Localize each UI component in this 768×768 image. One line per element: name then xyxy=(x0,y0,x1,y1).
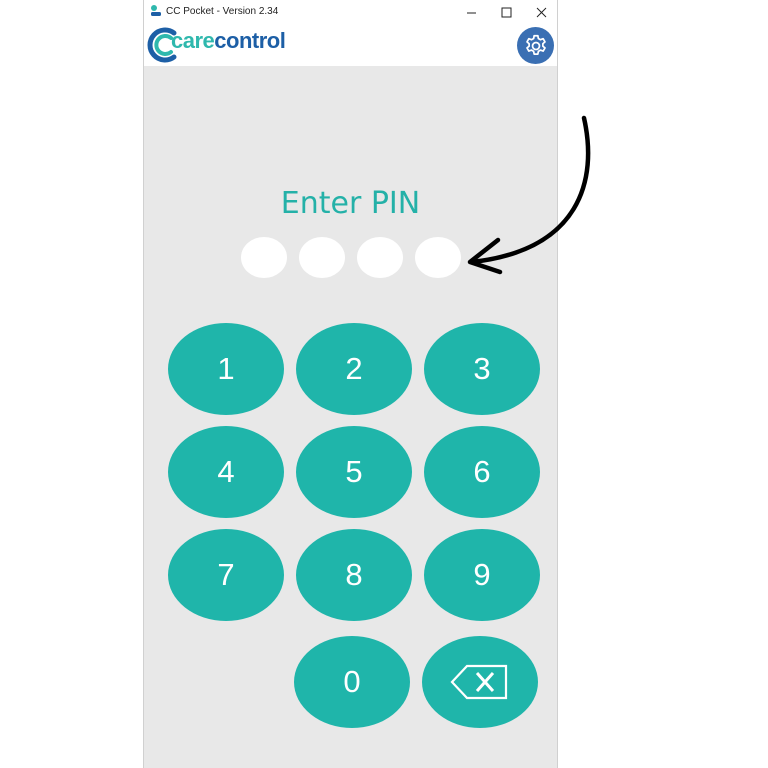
backspace-button[interactable] xyxy=(422,636,538,728)
annotation-arrow xyxy=(467,115,591,275)
key-0[interactable]: 0 xyxy=(294,636,410,728)
key-2[interactable]: 2 xyxy=(296,323,412,415)
key-5[interactable]: 5 xyxy=(296,426,412,518)
window-title: CC Pocket - Version 2.34 xyxy=(166,6,279,17)
logo-text: carecontrol xyxy=(171,28,286,54)
page: CC Pocket - Version 2.34 carecontrol Ent… xyxy=(0,0,768,768)
maximize-button[interactable] xyxy=(489,0,523,24)
pin-dot-3 xyxy=(357,237,403,278)
key-8[interactable]: 8 xyxy=(296,529,412,621)
minimize-icon xyxy=(466,12,476,13)
app-icon xyxy=(149,4,163,18)
pin-dot-4 xyxy=(415,237,461,278)
key-3[interactable]: 3 xyxy=(424,323,540,415)
key-6[interactable]: 6 xyxy=(424,426,540,518)
carecontrol-logo: carecontrol xyxy=(144,24,304,66)
key-9[interactable]: 9 xyxy=(424,529,540,621)
logo-control: control xyxy=(214,28,286,53)
close-button[interactable] xyxy=(524,0,558,24)
title-bar[interactable]: CC Pocket - Version 2.34 xyxy=(144,0,557,25)
key-7[interactable]: 7 xyxy=(168,529,284,621)
app-header: carecontrol xyxy=(144,24,557,66)
logo-care: care xyxy=(171,28,215,53)
key-1[interactable]: 1 xyxy=(168,323,284,415)
gear-icon xyxy=(525,34,546,55)
pin-dot-2 xyxy=(299,237,345,278)
close-icon xyxy=(536,7,546,17)
key-4[interactable]: 4 xyxy=(168,426,284,518)
pin-dot-1 xyxy=(241,237,287,278)
minimize-button[interactable] xyxy=(454,0,488,24)
settings-button[interactable] xyxy=(517,27,554,64)
maximize-icon xyxy=(501,7,511,17)
backspace-icon xyxy=(450,664,508,700)
